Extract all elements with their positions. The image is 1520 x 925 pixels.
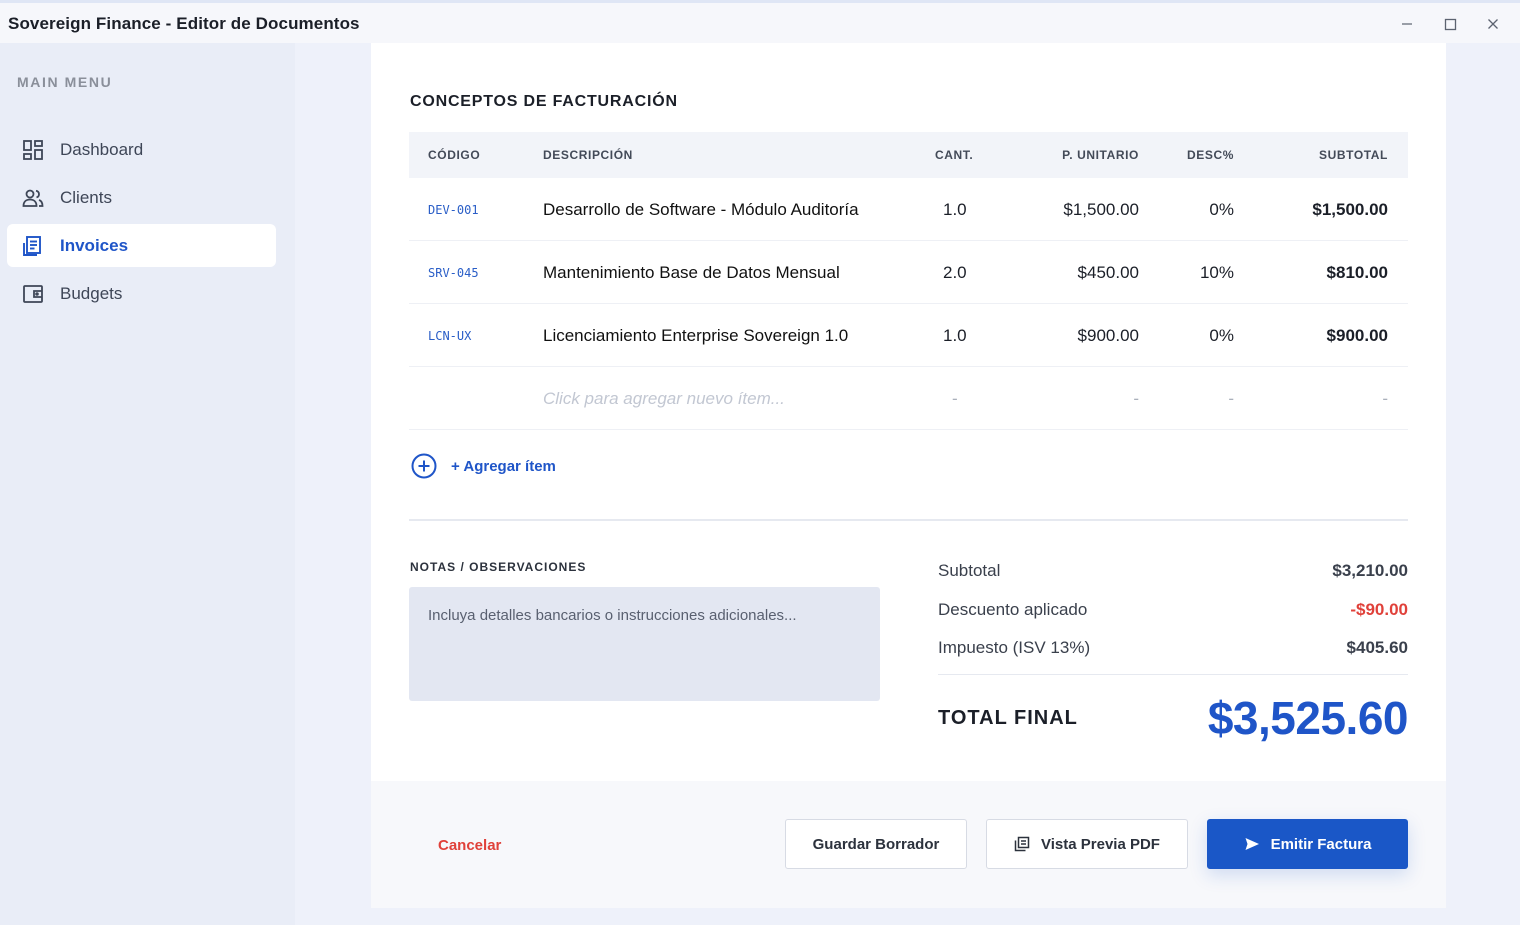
- item-description: Desarrollo de Software - Módulo Auditorí…: [543, 200, 859, 219]
- sidebar-item-clients[interactable]: Clients: [7, 176, 276, 219]
- section-divider: [409, 519, 1408, 521]
- minimize-icon: [1402, 23, 1412, 25]
- item-discount: 0%: [1209, 326, 1234, 345]
- total-value: $3,525.60: [1207, 692, 1409, 744]
- summary-subtotal-value: $3,210.00: [1332, 561, 1408, 580]
- sidebar-item-label: Budgets: [60, 284, 123, 303]
- minimize-button[interactable]: [1392, 11, 1422, 37]
- summary-tax-label: Impuesto (ISV 13%): [938, 638, 1091, 657]
- item-qty: 1.0: [943, 200, 967, 219]
- new-item-qty: -: [952, 389, 958, 408]
- wallet-icon: [23, 285, 43, 303]
- summary-subtotal-label: Subtotal: [938, 561, 1001, 580]
- close-button[interactable]: [1478, 11, 1508, 37]
- summary-tax-row: Impuesto (ISV 13%) $405.60: [938, 638, 1408, 662]
- sidebar-item-label: Dashboard: [60, 140, 144, 159]
- summary-tax-value: $405.60: [1346, 638, 1408, 657]
- table-row[interactable]: LCN-UX Licenciamiento Enterprise Soverei…: [409, 304, 1408, 367]
- new-item-placeholder[interactable]: Click para agregar nuevo ítem...: [543, 389, 785, 409]
- column-header-discount: DESC%: [1186, 148, 1234, 162]
- item-unit-price: $450.00: [1077, 263, 1139, 282]
- item-discount: 0%: [1209, 200, 1234, 219]
- item-unit-price: $900.00: [1077, 326, 1139, 345]
- invoice-icon: [23, 236, 41, 256]
- summary-subtotal-row: Subtotal $3,210.00: [938, 561, 1408, 585]
- item-discount: 10%: [1199, 263, 1234, 282]
- item-qty: 1.0: [943, 326, 967, 345]
- invoice-editor-card: CONCEPTOS DE FACTURACIÓN CÓDIGO DESCRIPC…: [371, 43, 1446, 908]
- preview-pdf-button[interactable]: Vista Previa PDF: [986, 819, 1188, 869]
- summary-discount-label: Descuento aplicado: [938, 600, 1088, 619]
- table-row[interactable]: SRV-045 Mantenimiento Base de Datos Mens…: [409, 241, 1408, 304]
- sidebar-item-budgets[interactable]: Budgets: [7, 272, 276, 315]
- preview-pdf-label: Vista Previa PDF: [1041, 835, 1160, 853]
- sidebar-item-label: Invoices: [60, 236, 129, 255]
- item-code: LCN-UX: [428, 329, 472, 343]
- new-item-row[interactable]: Click para agregar nuevo ítem... - - - -: [409, 367, 1408, 430]
- issue-invoice-button[interactable]: Emitir Factura: [1207, 819, 1408, 869]
- column-header-qty: CANT.: [935, 148, 974, 162]
- cancel-button[interactable]: Cancelar: [438, 837, 501, 854]
- add-item-label: + Agregar ítem: [451, 457, 556, 475]
- issue-invoice-label: Emitir Factura: [1270, 835, 1372, 853]
- sidebar-item-label: Clients: [60, 188, 112, 207]
- summary-discount-value: -$90.00: [1350, 600, 1408, 619]
- send-icon: [1245, 838, 1259, 850]
- title-bar: Sovereign Finance - Editor de Documentos: [0, 0, 1520, 43]
- sidebar: MAIN MENU Dashboard Clients Invoices Bud…: [0, 43, 295, 925]
- item-qty: 2.0: [943, 263, 967, 282]
- item-code: SRV-045: [428, 266, 479, 280]
- new-item-discount: -: [1228, 389, 1234, 408]
- item-subtotal: $900.00: [1326, 326, 1388, 345]
- sidebar-item-invoices[interactable]: Invoices: [7, 224, 276, 267]
- notes-title: NOTAS / OBSERVACIONES: [410, 560, 587, 574]
- column-header-description: DESCRIPCIÓN: [543, 148, 633, 162]
- billing-items-title: CONCEPTOS DE FACTURACIÓN: [410, 93, 678, 110]
- sidebar-item-dashboard[interactable]: Dashboard: [7, 128, 276, 171]
- plus-circle-icon: [411, 453, 437, 479]
- window-title: Sovereign Finance - Editor de Documentos: [8, 14, 360, 33]
- new-item-unit-price: -: [1133, 389, 1139, 408]
- total-label: TOTAL FINAL: [938, 707, 1078, 729]
- summary-divider: [938, 674, 1408, 675]
- column-header-subtotal: SUBTOTAL: [1318, 148, 1388, 162]
- clients-icon: [22, 189, 44, 207]
- items-table: CÓDIGO DESCRIPCIÓN CANT. P. UNITARIO DES…: [409, 132, 1408, 430]
- item-unit-price: $1,500.00: [1063, 200, 1139, 219]
- summary-discount-row: Descuento aplicado -$90.00: [938, 600, 1408, 624]
- preview-icon: [1014, 836, 1030, 852]
- action-footer: Cancelar Guardar Borrador Vista Previa P…: [371, 781, 1446, 908]
- save-draft-label: Guardar Borrador: [812, 835, 940, 853]
- item-code: DEV-001: [428, 203, 479, 217]
- item-subtotal: $810.00: [1326, 263, 1388, 282]
- item-description: Licenciamiento Enterprise Sovereign 1.0: [543, 326, 849, 345]
- table-row[interactable]: DEV-001 Desarrollo de Software - Módulo …: [409, 178, 1408, 241]
- column-header-code: CÓDIGO: [428, 148, 481, 162]
- close-icon: [1488, 19, 1498, 29]
- save-draft-button[interactable]: Guardar Borrador: [785, 819, 967, 869]
- main-menu-title: MAIN MENU: [17, 74, 113, 90]
- maximize-icon: [1444, 18, 1456, 30]
- table-header: CÓDIGO DESCRIPCIÓN CANT. P. UNITARIO DES…: [409, 132, 1408, 178]
- item-subtotal: $1,500.00: [1312, 200, 1388, 219]
- new-item-subtotal: -: [1382, 389, 1388, 408]
- dashboard-icon: [23, 140, 43, 160]
- notes-textarea[interactable]: [409, 587, 880, 701]
- add-item-button[interactable]: + Agregar ítem: [410, 451, 556, 481]
- column-header-unit-price: P. UNITARIO: [1062, 148, 1139, 162]
- item-description: Mantenimiento Base de Datos Mensual: [543, 263, 840, 282]
- maximize-button[interactable]: [1435, 11, 1465, 37]
